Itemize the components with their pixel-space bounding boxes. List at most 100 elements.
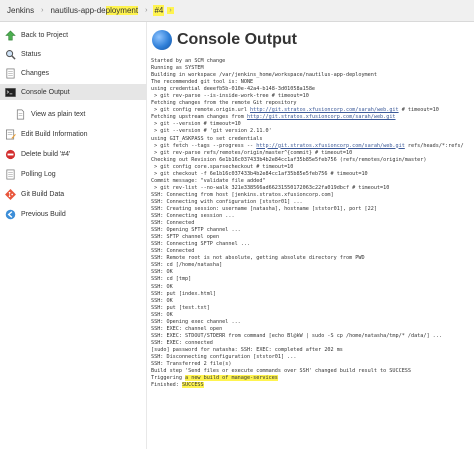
sidebar-item-delete-build[interactable]: Delete build '#4' — [0, 146, 147, 162]
console-globe-icon — [152, 30, 172, 50]
console-text: SSH: cd [tmp] — [151, 276, 192, 283]
repo-link[interactable]: http://git.stratos.xfusioncorp.com/sarah… — [250, 107, 399, 113]
sidebar-item-status[interactable]: Status — [0, 46, 147, 62]
chevron-right-icon: › — [145, 7, 148, 14]
console-text: Started by an SCM change — [151, 58, 226, 64]
console-line: Fetching upstream changes from http://gi… — [151, 114, 471, 121]
sidebar-item-label: Status — [21, 50, 41, 58]
console-line: SSH: OK — [151, 284, 471, 291]
repo-link[interactable]: http://git.stratos.xfusioncorp.com/sarah… — [247, 114, 396, 120]
sidebar-item-label: Delete build '#4' — [21, 150, 71, 158]
console-text: SSH: Connecting SFTP channel ... — [151, 241, 251, 248]
console-line: > git --version # 'git version 2.11.0' — [151, 128, 471, 135]
sidebar-item-back-to-project[interactable]: Back to Project — [0, 27, 147, 43]
breadcrumb-build[interactable]: #4 — [150, 0, 167, 22]
console-text: Finished: — [151, 382, 182, 389]
no-entry-icon — [4, 148, 16, 160]
console-line: SSH: Connected — [151, 220, 471, 227]
console-text: SSH: EXEC: channel open — [151, 325, 223, 332]
console-text: > git --version # timeout=10 — [151, 121, 241, 128]
console-text: SSH: OK — [151, 297, 173, 304]
page-header: Console Output — [152, 30, 297, 50]
breadcrumb-build-label: #4 — [153, 5, 165, 16]
console-line: Running as SYSTEM — [151, 65, 471, 72]
console-text: SSH: OK — [151, 283, 173, 290]
sidebar-item-edit-build-info[interactable]: Edit Build Information — [0, 126, 147, 142]
sidebar: Back to Project Status Changes Console O… — [0, 22, 147, 449]
breadcrumb-jenkins-label: Jenkins — [7, 6, 35, 15]
console-text: # timeout=10 — [398, 107, 439, 114]
console-text: > git rev-parse refs/remotes/origin/mast… — [151, 149, 353, 156]
repo-link[interactable]: http://git.stratos.xfusioncorp.com/sarah… — [256, 143, 405, 149]
document-icon — [14, 108, 26, 120]
chevron-right-icon: › — [167, 7, 174, 14]
console-line: SSH: SFTP channel open — [151, 234, 471, 241]
console-line: SSH: Opening exec channel ... — [151, 319, 471, 326]
console-text: > git fetch --tags --progress -- — [151, 142, 257, 149]
left-arrow-icon — [4, 208, 16, 220]
console-line: SSH: EXEC: STDOUT/STDERR from command [e… — [151, 333, 471, 340]
console-line: Fetching changes from the remote Git rep… — [151, 100, 471, 107]
console-text: > git rev-parse --is-inside-work-tree # … — [151, 93, 309, 100]
console-line: SSH: EXEC: connected — [151, 340, 471, 347]
console-line: SSH: OK — [151, 298, 471, 305]
terminal-icon — [4, 86, 16, 98]
sidebar-item-console-output[interactable]: Console Output — [0, 84, 147, 100]
console-line: SSH: cd [/home/natasha] — [151, 262, 471, 269]
console-text: Triggering — [151, 375, 186, 382]
console-line: Triggering a new build of manage-service… — [151, 375, 471, 382]
console-line: SSH: Connecting with configuration [stst… — [151, 199, 471, 206]
console-line: SSH: Disconnecting configuration [ststor… — [151, 354, 471, 361]
console-line: SSH: put [test.txt] — [151, 305, 471, 312]
sidebar-item-polling-log[interactable]: Polling Log — [0, 166, 147, 182]
console-text: SSH: OK — [151, 269, 173, 276]
console-line: Building in workspace /var/jenkins_home/… — [151, 72, 471, 79]
console-text: [sudo] password for natasha: SSH: EXEC: … — [151, 346, 343, 353]
sidebar-item-label: Previous Build — [21, 210, 66, 218]
sidebar-item-label: Edit Build Information — [21, 130, 88, 138]
console-line: > git checkout -f 6e1b16c037433b4b2e84cc… — [151, 171, 471, 178]
search-icon — [4, 48, 16, 60]
console-line: SSH: Connecting session ... — [151, 213, 471, 220]
highlighted-text: a new build of manage-services — [185, 375, 278, 382]
notepad-icon — [4, 67, 16, 79]
console-line: Commit message: "validate file added" — [151, 178, 471, 185]
chevron-right-icon: › — [41, 7, 44, 14]
sidebar-item-previous-build[interactable]: Previous Build — [0, 206, 147, 222]
console-line: Started by an SCM change — [151, 58, 471, 65]
console-text: Fetching changes from the remote Git rep… — [151, 100, 297, 107]
sidebar-item-label: Back to Project — [21, 31, 69, 39]
sidebar-item-changes[interactable]: Changes — [0, 65, 147, 81]
console-text: > git rev-list --no-walk 321e338566ad662… — [151, 184, 390, 191]
console-text: SSH: Connecting from host [jenkins.strat… — [151, 191, 334, 198]
breadcrumb-job-label: nautilus-app-deployment — [50, 6, 139, 15]
console-line: > git --version # timeout=10 — [151, 121, 471, 128]
console-line: SSH: Connecting SFTP channel ... — [151, 241, 471, 248]
console-line: SSH: put [index.html] — [151, 291, 471, 298]
console-output: Started by an SCM change Running as SYSTE… — [151, 58, 471, 389]
console-line: Finished: SUCCESS — [151, 382, 471, 389]
console-text: using GIT_ASKPASS to set credentials — [151, 135, 263, 142]
console-text: SSH: Transferred 2 file(s) — [151, 361, 232, 368]
console-line: > git rev-parse refs/remotes/origin/mast… — [151, 150, 471, 157]
console-line: using GIT_ASKPASS to set credentials — [151, 136, 471, 143]
console-text: refs/heads/*:refs/ — [404, 142, 464, 149]
console-text: SSH: cd [/home/natasha] — [151, 262, 223, 269]
breadcrumb-jenkins[interactable]: Jenkins — [0, 0, 38, 22]
console-text: > git --version # 'git version 2.11.0' — [151, 128, 272, 135]
console-text: SSH: Disconnecting configuration [ststor… — [151, 353, 297, 360]
sidebar-item-git-build-data[interactable]: Git Build Data — [0, 186, 147, 202]
console-line: SSH: Connecting from host [jenkins.strat… — [151, 192, 471, 199]
console-text: using credential deeefb5b-010e-42a4-b148… — [151, 86, 316, 93]
notepad-edit-icon — [4, 128, 16, 140]
console-text: > git config core.sparsecheckout # timeo… — [151, 163, 294, 170]
console-line: SSH: Transferred 2 file(s) — [151, 361, 471, 368]
sidebar-item-view-plain-text[interactable]: View as plain text — [0, 106, 147, 122]
console-text: SSH: SFTP channel open — [151, 234, 220, 241]
console-text: SSH: put [test.txt] — [151, 304, 210, 311]
console-text: SSH: Connecting with configuration [stst… — [151, 198, 303, 205]
console-line: > git config core.sparsecheckout # timeo… — [151, 164, 471, 171]
breadcrumb-job[interactable]: nautilus-app-deployment — [46, 0, 142, 22]
console-line: SSH: Opening SFTP channel ... — [151, 227, 471, 234]
console-line: using credential deeefb5b-010e-42a4-b148… — [151, 86, 471, 93]
